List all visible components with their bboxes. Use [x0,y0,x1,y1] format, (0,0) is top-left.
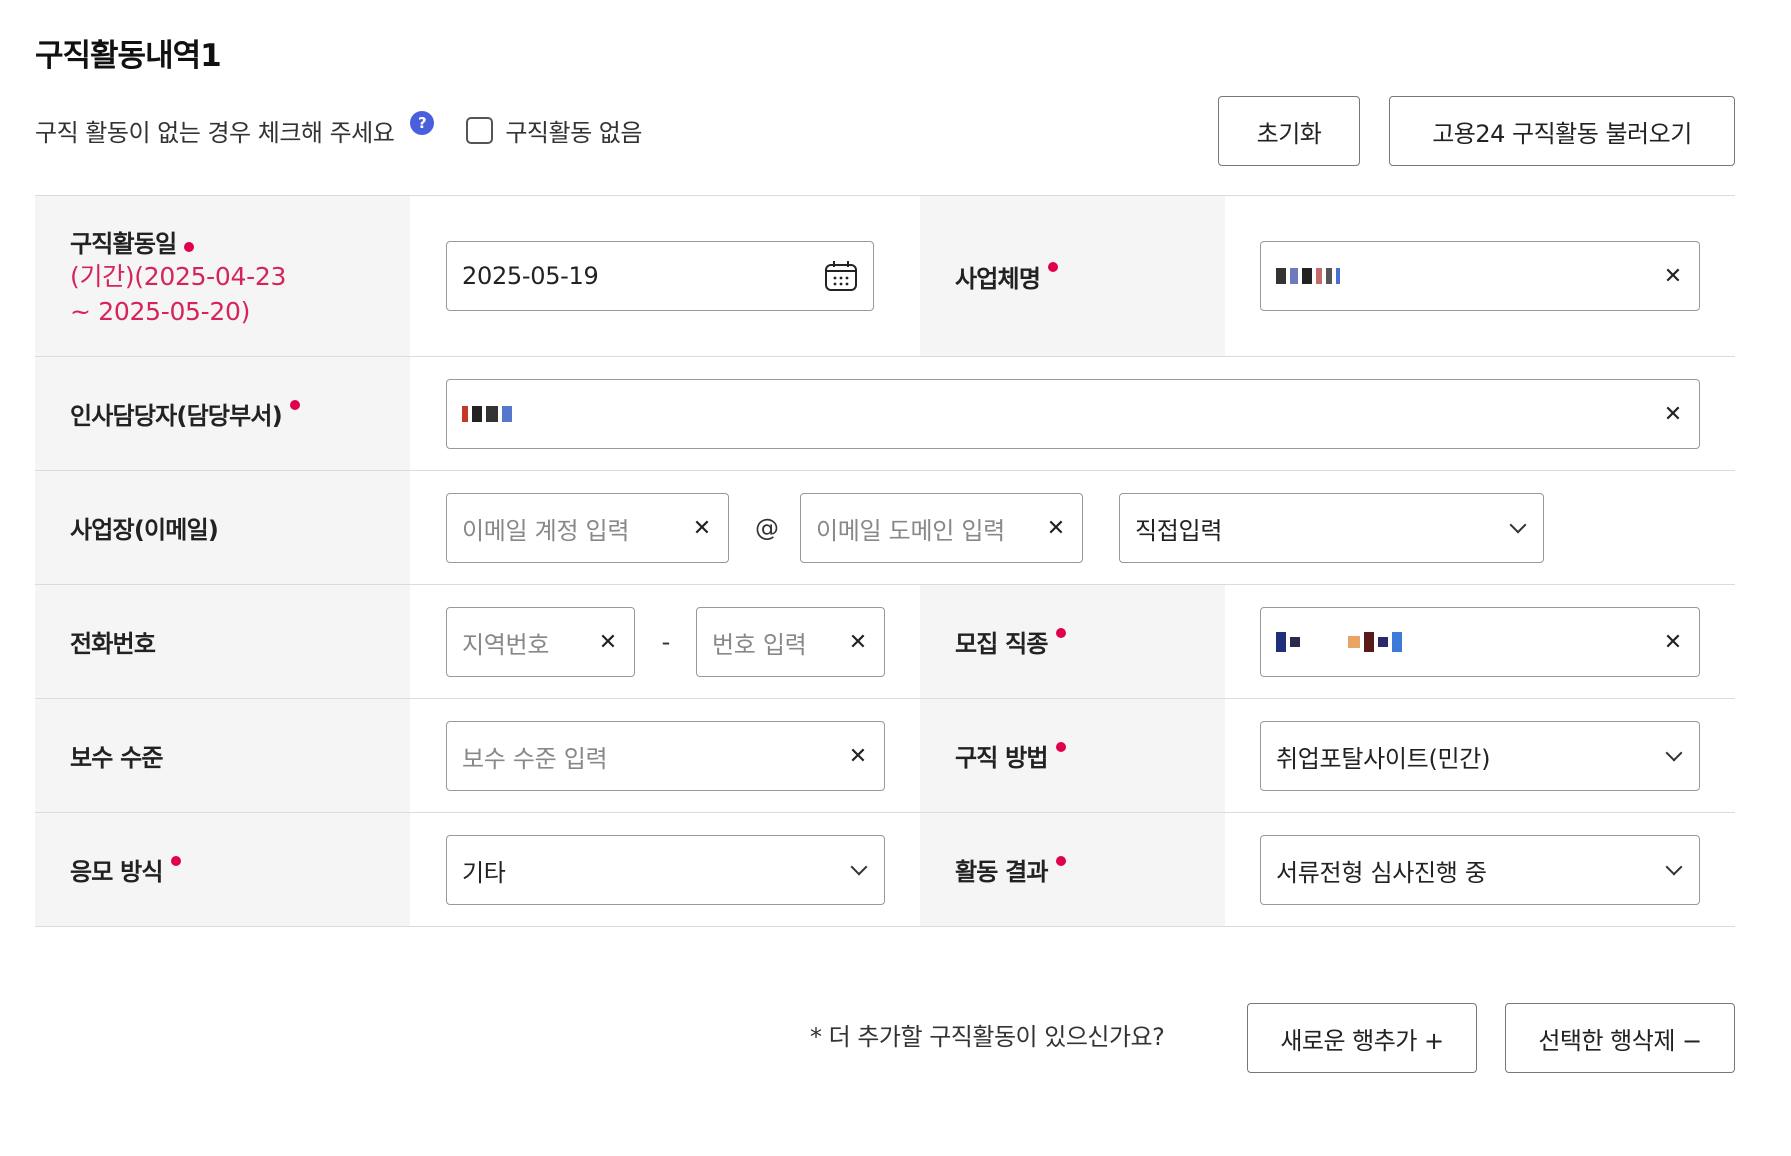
phone-area-placeholder: 지역번호 [462,630,550,659]
activity-date-input[interactable]: 2025-05-19 [446,241,874,311]
hr-manager-label-cell: 인사담당자(담당부서) [35,357,410,470]
result-label-cell: 활동 결과 [920,813,1225,926]
email-domain-select[interactable]: 직접입력 [1119,493,1544,563]
chevron-down-icon [850,858,868,876]
activity-date-label: 구직활동일 [70,229,177,258]
clear-icon[interactable]: ✕ [1662,630,1684,655]
apply-method-value: 기타 [462,858,506,887]
search-method-label-cell: 구직 방법 [920,699,1225,812]
chevron-down-icon [1665,744,1683,762]
delete-row-button[interactable]: 선택한 행삭제 − [1505,1003,1735,1073]
apply-method-label-cell: 응모 방식 [35,813,410,926]
required-dot [289,399,300,410]
company-name-label: 사업체명 [955,264,1041,293]
hr-manager-label: 인사담당자(담당부서) [70,402,283,430]
job-activity-page: 구직활동내역1 구직 활동이 없는 경우 체크해 주세요 ? 구직활동 없음 초… [0,0,1791,1156]
activity-date-value: 2025-05-19 [462,262,599,290]
email-label: 사업장(이메일) [70,516,219,544]
result-value: 서류전형 심사진행 중 [1276,858,1487,887]
apply-method-label: 응모 방식 [70,858,163,886]
email-at-sign: @ [755,514,779,542]
clear-icon[interactable]: ✕ [847,630,869,655]
import-activity-button[interactable]: 고용24 구직활동 불러오기 [1389,96,1735,166]
hr-manager-masked-value [462,406,1662,422]
job-type-input[interactable]: ✕ [1260,607,1700,677]
required-dot [184,241,195,252]
add-more-note: * 더 추가할 구직활동이 있으신가요? [810,1023,1165,1051]
form-row-email: 사업장(이메일) 이메일 계정 입력 ✕ @ 이메일 도메인 입력 ✕ 직접입력 [35,471,1735,585]
form-row-apply: 응모 방식 기타 활동 결과 서류전형 심사진행 중 [35,813,1735,927]
calendar-icon[interactable] [824,260,858,292]
company-name-label-cell: 사업체명 [920,196,1225,356]
salary-input[interactable]: 보수 수준 입력 ✕ [446,721,885,791]
hr-manager-input[interactable]: ✕ [446,379,1700,449]
email-account-placeholder: 이메일 계정 입력 [462,516,630,545]
result-label: 활동 결과 [955,858,1048,886]
search-method-select[interactable]: 취업포탈사이트(민간) [1260,721,1700,791]
activity-form: 구직활동일 (기간)(2025-04-23 ~ 2025-05-20) 2025… [35,195,1735,927]
salary-label-cell: 보수 수준 [35,699,410,812]
clear-icon[interactable]: ✕ [597,630,619,655]
search-method-label: 구직 방법 [955,744,1048,772]
activity-date-label-cell: 구직활동일 (기간)(2025-04-23 ~ 2025-05-20) [35,196,410,356]
required-dot [1055,627,1066,638]
phone-label: 전화번호 [70,630,156,658]
salary-placeholder: 보수 수준 입력 [462,744,608,773]
phone-label-cell: 전화번호 [35,585,410,698]
add-row-button[interactable]: 새로운 행추가 + [1247,1003,1477,1073]
email-domain-input[interactable]: 이메일 도메인 입력 ✕ [800,493,1083,563]
no-activity-label[interactable]: 구직활동 없음 [505,113,642,148]
clear-icon[interactable]: ✕ [1662,264,1684,289]
activity-period-start: (기간)(2025-04-23 [70,261,287,291]
no-activity-checkbox[interactable] [466,116,494,144]
section-title: 구직활동내역1 [35,38,222,74]
phone-area-input[interactable]: 지역번호 ✕ [446,607,635,677]
company-name-masked-value [1276,268,1662,284]
phone-number-input[interactable]: 번호 입력 ✕ [696,607,885,677]
email-account-input[interactable]: 이메일 계정 입력 ✕ [446,493,729,563]
activity-period-end: ~ 2025-05-20) [70,296,251,326]
email-domain-select-value: 직접입력 [1135,516,1223,545]
clear-icon[interactable]: ✕ [1662,402,1684,427]
required-dot [170,855,181,866]
job-type-label: 모집 직종 [955,630,1048,658]
no-activity-note: 구직 활동이 없는 경우 체크해 주세요 [35,118,395,147]
search-method-value: 취업포탈사이트(민간) [1276,744,1491,773]
email-domain-placeholder: 이메일 도메인 입력 [816,516,1005,545]
form-row-salary: 보수 수준 보수 수준 입력 ✕ 구직 방법 취업포탈사이트(민간) [35,699,1735,813]
no-activity-row: 구직 활동이 없는 경우 체크해 주세요 ? 구직활동 없음 [35,108,642,152]
required-dot [1055,741,1066,752]
reset-button[interactable]: 초기화 [1218,96,1360,166]
required-dot [1055,855,1066,866]
job-type-masked-value [1276,632,1662,652]
form-row-phone: 전화번호 지역번호 ✕ - 번호 입력 ✕ 모집 직종 ✕ [35,585,1735,699]
salary-label: 보수 수준 [70,744,163,772]
phone-number-placeholder: 번호 입력 [712,630,807,659]
form-row-date: 구직활동일 (기간)(2025-04-23 ~ 2025-05-20) 2025… [35,196,1735,357]
company-name-input[interactable]: ✕ [1260,241,1700,311]
clear-icon[interactable]: ✕ [1045,516,1067,541]
chevron-down-icon [1665,858,1683,876]
required-dot [1048,262,1059,272]
clear-icon[interactable]: ✕ [847,744,869,769]
clear-icon[interactable]: ✕ [691,516,713,541]
result-select[interactable]: 서류전형 심사진행 중 [1260,835,1700,905]
phone-dash: - [661,628,671,656]
help-icon[interactable]: ? [410,111,435,135]
job-type-label-cell: 모집 직종 [920,585,1225,698]
chevron-down-icon [1509,516,1527,534]
email-label-cell: 사업장(이메일) [35,471,410,584]
apply-method-select[interactable]: 기타 [446,835,885,905]
form-row-hr: 인사담당자(담당부서) ✕ [35,357,1735,471]
